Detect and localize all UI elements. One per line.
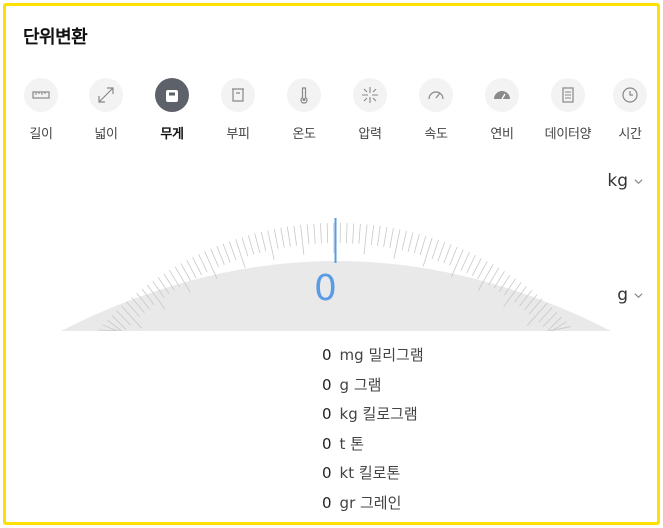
pressure-icon: [353, 78, 387, 112]
result-row: 0 mg 밀리그램: [322, 346, 424, 364]
scale-tick: [228, 241, 237, 261]
result-row: 0t 톤: [322, 434, 364, 453]
to-unit-value: g: [617, 285, 628, 305]
scale-tick: [267, 230, 275, 260]
scale-tick: [216, 246, 225, 265]
scale-needle: [334, 218, 337, 263]
tab-label: 속도: [424, 127, 448, 142]
result-row: 0 gr 그레인: [322, 493, 402, 512]
scale-tick: [300, 224, 305, 255]
tab-fuel-efficiency[interactable]: 연비: [470, 78, 534, 142]
weight-icon: [155, 78, 189, 112]
scale-tick: [389, 228, 394, 248]
tab-time[interactable]: 시간: [598, 78, 657, 142]
result-row: 0g 그램: [322, 375, 382, 394]
thermometer-icon: [287, 78, 321, 112]
scale-tick: [370, 225, 375, 246]
scale-tick: [449, 246, 458, 266]
scale-tick: [393, 229, 401, 259]
category-tabs: 길이 넓이 무게 부피 온도 압력 속도 연비 데이터양 시간: [6, 78, 657, 148]
scale-tick: [431, 239, 439, 260]
conversion-results: 0 mg 밀리그램 0g 그램 0 kg 킬로그램 0t 톤 0 kt 킬로톤 0 gr…: [322, 344, 424, 521]
scale-tick: [437, 242, 446, 262]
tab-label: 압력: [358, 127, 382, 142]
unit-converter-widget: 단위변환 길이 넓이 무게 부피 온도 압력 속도 연비 데이터양 시간 kg …: [3, 3, 660, 525]
speedometer-icon: [419, 78, 453, 112]
from-unit-value: kg: [607, 171, 628, 191]
scale-tick: [260, 231, 267, 252]
scale-tick: [352, 223, 355, 244]
scale-tick: [401, 230, 407, 251]
scale-tick: [313, 223, 316, 244]
tab-length[interactable]: 길이: [9, 78, 73, 142]
tab-label: 데이터양: [544, 127, 592, 142]
result-row: 0 kt 킬로톤: [322, 464, 401, 482]
scale-tick: [413, 234, 420, 254]
scale-tick: [254, 233, 261, 253]
tab-label: 부피: [226, 127, 250, 142]
tab-label: 길이: [29, 127, 53, 142]
scale-tick: [222, 243, 231, 263]
scale-tick: [247, 235, 255, 255]
scale-tick: [280, 227, 285, 248]
tab-label: 넓이: [94, 127, 118, 142]
chevron-down-icon: [634, 178, 643, 184]
scale-tick: [346, 223, 348, 244]
tab-volume[interactable]: 부피: [206, 78, 270, 142]
scale-tick: [286, 226, 291, 247]
to-unit-select[interactable]: g: [617, 285, 643, 305]
scale-tick: [363, 224, 368, 255]
scale-tick: [422, 237, 433, 267]
expand-icon: [89, 78, 123, 112]
from-unit-select[interactable]: kg: [607, 171, 643, 191]
scale-tick: [241, 237, 249, 257]
chevron-down-icon: [634, 292, 643, 298]
ruler-icon: [24, 78, 58, 112]
clock-icon: [613, 78, 647, 112]
scale-tick: [293, 225, 297, 246]
scale-tick: [419, 235, 427, 256]
tab-pressure[interactable]: 압력: [338, 78, 402, 142]
scale-tick: [383, 227, 388, 247]
tab-area[interactable]: 넓이: [74, 78, 138, 142]
scale-reading: 0: [314, 268, 337, 309]
scale-tick: [320, 223, 322, 244]
tab-speed[interactable]: 속도: [404, 78, 468, 142]
scale-tick: [377, 226, 381, 246]
scale-tick: [358, 223, 361, 244]
tab-label: 무게: [160, 127, 184, 142]
widget-title: 단위변환: [23, 27, 88, 48]
scale-tick: [407, 232, 414, 252]
tab-weight[interactable]: 무게: [140, 78, 204, 142]
beaker-icon: [221, 78, 255, 112]
scale-tick: [306, 224, 310, 245]
tab-label: 온도: [292, 127, 316, 142]
tab-label: 시간: [618, 127, 642, 142]
tab-data-size[interactable]: 데이터양: [536, 78, 600, 142]
scale-tick: [210, 248, 219, 268]
document-icon: [551, 78, 585, 112]
result-row: 0 kg 킬로그램: [322, 405, 418, 423]
scale-tick: [273, 228, 279, 249]
scale-tick: [443, 244, 452, 264]
fuel-gauge-icon: [485, 78, 519, 112]
tab-label: 연비: [490, 127, 514, 142]
tab-temperature[interactable]: 온도: [272, 78, 336, 142]
scale-tick: [326, 223, 329, 244]
